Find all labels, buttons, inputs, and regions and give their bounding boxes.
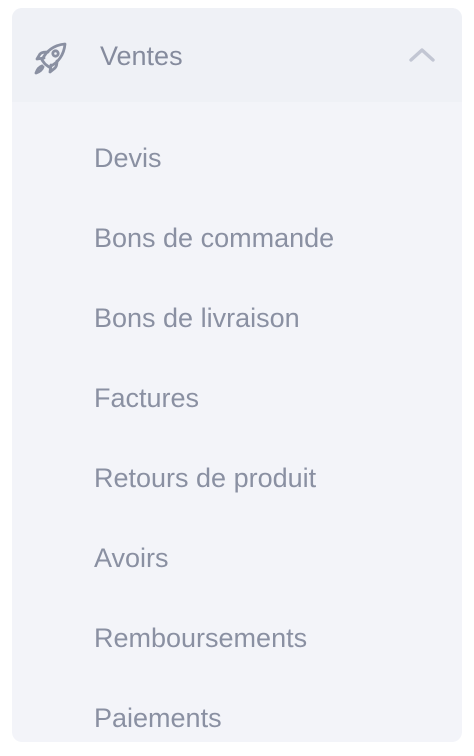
menu-item-remboursements[interactable]: Remboursements [12, 596, 462, 676]
sales-section-header[interactable]: Ventes [12, 8, 462, 102]
menu-item-bons-de-commande[interactable]: Bons de commande [12, 196, 462, 276]
menu-item-avoirs[interactable]: Avoirs [12, 516, 462, 596]
menu-item-label: Remboursements [94, 623, 308, 653]
menu-item-factures[interactable]: Factures [12, 356, 462, 436]
menu-item-paiements[interactable]: Paiements [12, 676, 462, 756]
menu-item-label: Paiements [94, 703, 222, 733]
menu-item-devis[interactable]: Devis [12, 116, 462, 196]
menu-item-label: Bons de livraison [94, 303, 300, 333]
menu-item-label: Retours de produit [94, 463, 317, 493]
chevron-up-icon[interactable] [408, 46, 436, 64]
menu-item-label: Factures [94, 383, 200, 413]
menu-item-retours-de-produit[interactable]: Retours de produit [12, 436, 462, 516]
menu-item-label: Avoirs [94, 543, 169, 573]
menu-item-bons-de-livraison[interactable]: Bons de livraison [12, 276, 462, 356]
rocket-icon [34, 42, 67, 75]
sales-menu-panel: Ventes Devis Bons de commande Bons de li… [12, 8, 462, 742]
sales-section-title: Ventes [100, 41, 183, 71]
menu-item-label: Bons de commande [94, 223, 335, 253]
menu-item-label: Devis [94, 143, 162, 173]
